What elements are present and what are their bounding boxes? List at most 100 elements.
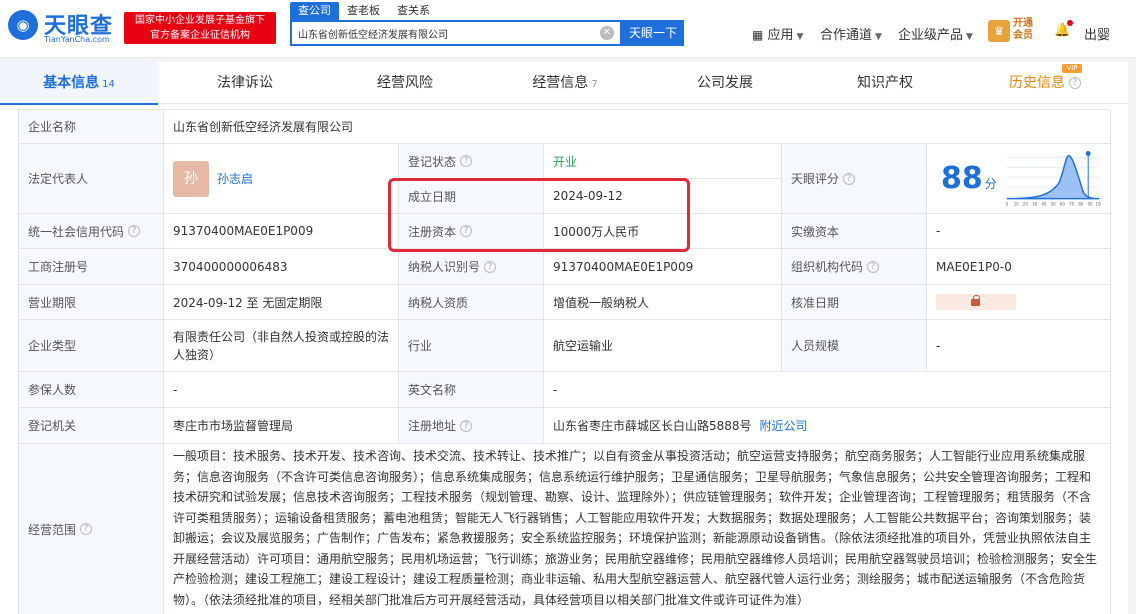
help-icon[interactable]: ? xyxy=(460,155,473,167)
biz-term: 2024-09-12 至 无固定期限 xyxy=(164,285,399,320)
tab-label: 经营信息 xyxy=(532,75,589,91)
tab-label: 经营风险 xyxy=(377,75,433,91)
est-date: 2024-09-12 xyxy=(544,179,782,214)
label-text: 纳税人识别号 xyxy=(408,260,481,274)
label-reg-status: 登记状态? xyxy=(399,144,544,179)
help-icon[interactable]: ? xyxy=(460,225,473,237)
tab-ip[interactable]: 知识产权 xyxy=(806,62,964,104)
tab-risk[interactable]: 经营风险 xyxy=(326,62,484,104)
search-input[interactable] xyxy=(298,22,588,44)
label-text: 统一社会信用代码 xyxy=(28,224,125,239)
label-taxpayer-id: 纳税人识别号? xyxy=(399,249,544,285)
score-unit: 分 xyxy=(984,177,997,191)
score-axis-tick: 100 xyxy=(1095,201,1101,206)
official-badge: 国家中小企业发展子基金旗下 官方备案企业征信机构 xyxy=(124,12,276,44)
label-approval-date: 核准日期 xyxy=(782,285,927,320)
label-est-date: 成立日期 xyxy=(399,179,544,214)
vip-label-line2: 会员 xyxy=(1013,30,1033,41)
legal-rep-link[interactable]: 孙志启 xyxy=(217,170,253,187)
eye-logo-icon: ◉ xyxy=(8,10,38,40)
biz-reg-no: 370400000006483 xyxy=(164,249,399,285)
help-icon[interactable]: ? xyxy=(1069,77,1081,89)
clear-icon[interactable]: ✕ xyxy=(600,26,614,40)
score-axis-ticks: 0 10 20 30 40 50 60 70 80 90100 xyxy=(1005,201,1101,206)
search-tab-relation[interactable]: 查关系 xyxy=(397,2,430,20)
score-axis-tick: 50 xyxy=(1050,201,1055,206)
brand-subtitle: TianYanCha.com xyxy=(44,35,110,44)
score-axis-tick: 60 xyxy=(1060,201,1065,206)
insured: - xyxy=(164,372,399,408)
reg-status: 开业 xyxy=(544,144,782,179)
label-insured: 参保人数 xyxy=(19,372,164,408)
vip-label-line1: 开通 xyxy=(1013,18,1033,29)
taxpayer-qual: 增值税一般纳税人 xyxy=(544,285,782,320)
tab-history[interactable]: 历史信息? xyxy=(966,62,1124,104)
help-icon[interactable]: ? xyxy=(843,172,856,185)
help-icon[interactable]: ? xyxy=(460,419,473,432)
apps-menu[interactable]: ▦ 应用 ▼ xyxy=(752,24,803,43)
cooperation-menu[interactable]: 合作通道 ▼ xyxy=(820,24,882,43)
help-icon[interactable]: ? xyxy=(80,523,93,535)
avatar: 孙 xyxy=(173,160,209,197)
chevron-down-icon: ▼ xyxy=(966,32,973,42)
tab-label: 知识产权 xyxy=(857,75,913,91)
label-industry: 行业 xyxy=(399,320,544,372)
paid-capital: - xyxy=(927,214,1111,249)
reg-capital: 10000万人民币 xyxy=(544,214,782,249)
label-company-name: 企业名称 xyxy=(19,110,164,144)
score-axis-tick: 0 xyxy=(1005,201,1008,206)
search-tab-boss[interactable]: 查老板 xyxy=(347,2,380,20)
label-taxpayer-qual: 纳税人资质 xyxy=(399,285,544,320)
label-paid-capital: 实缴资本 xyxy=(782,214,927,249)
chevron-down-icon: ▼ xyxy=(875,32,882,42)
help-icon[interactable]: ? xyxy=(128,225,141,237)
label-text: 注册资本 xyxy=(408,224,457,239)
search-button[interactable]: 天眼一下 xyxy=(622,20,684,46)
tab-count: 7 xyxy=(591,79,598,90)
tab-count: 14 xyxy=(102,79,115,90)
label-reg-capital: 注册资本? xyxy=(399,214,544,249)
company-info-card: 基本信息 14 法律诉讼 经营风险 经营信息 7 公司发展 知识产权 历史信息? V… xyxy=(0,62,1128,614)
score-value: 88 xyxy=(941,161,983,196)
tab-basic-info[interactable]: 基本信息 14 xyxy=(0,62,158,105)
vip-crown-icon: ♛ xyxy=(988,20,1010,42)
label-scope: 经营范围? xyxy=(19,444,164,614)
bell-icon[interactable]: 🔔 xyxy=(1054,23,1070,39)
enterprise-menu[interactable]: 企业级产品 ▼ xyxy=(898,24,973,43)
vip-label: 开通 会员 xyxy=(1013,18,1033,42)
label-text: 天眼评分 xyxy=(791,172,840,186)
org-code: MAE0E1P0-0 xyxy=(927,249,1111,285)
help-icon[interactable]: ? xyxy=(867,260,880,273)
label-text: 注册地址 xyxy=(408,419,457,433)
notification-dot xyxy=(1067,20,1073,26)
label-biz-term: 营业期限 xyxy=(19,285,164,320)
score-cell[interactable]: 88 分 0 10 20 30 40 50 60 70 80 90100 xyxy=(927,144,1111,214)
help-icon[interactable]: ? xyxy=(484,260,497,273)
label-reg-address: 注册地址? xyxy=(399,408,544,444)
tab-operation[interactable]: 经营信息 7 xyxy=(486,62,644,104)
search-tab-company[interactable]: 查公司 xyxy=(290,2,339,20)
company-name: 山东省创新低空经济发展有限公司 xyxy=(164,110,1111,144)
score-axis-tick: 10 xyxy=(1013,201,1018,206)
user-menu[interactable]: 出婴 xyxy=(1084,24,1110,43)
apps-label: 应用 xyxy=(767,28,794,43)
label-text: 组织机构代码 xyxy=(791,260,864,274)
staff-size: - xyxy=(927,320,1111,372)
reg-address: 山东省枣庄市薛城区长白山路5888号 xyxy=(553,419,752,433)
tab-legal[interactable]: 法律诉讼 xyxy=(166,62,324,104)
label-org-code: 组织机构代码? xyxy=(782,249,927,285)
score-axis-tick: 30 xyxy=(1032,201,1037,206)
label-legal-rep: 法定代表人 xyxy=(19,144,164,214)
logo[interactable]: ◉ 天眼查 TianYanCha.com xyxy=(8,6,118,46)
taxpayer-id: 91370400MAE0E1P009 xyxy=(544,249,782,285)
basic-info-table: 企业名称 山东省创新低空经济发展有限公司 法定代表人 孙 孙志启 登记状态? 开… xyxy=(18,109,1111,614)
vip-button[interactable]: ♛ 开通 会员 xyxy=(988,18,1040,44)
tab-development[interactable]: 公司发展 xyxy=(646,62,804,104)
nearby-companies-link[interactable]: 附近公司 xyxy=(760,417,808,434)
search-tabs: 查公司 查老板 查关系 xyxy=(290,2,650,20)
search-box: ✕ xyxy=(290,20,622,46)
industry: 航空运输业 xyxy=(544,320,782,372)
approval-date-cell xyxy=(927,285,1111,320)
lock-icon[interactable] xyxy=(936,294,1016,310)
score-axis-tick: 70 xyxy=(1069,201,1074,206)
